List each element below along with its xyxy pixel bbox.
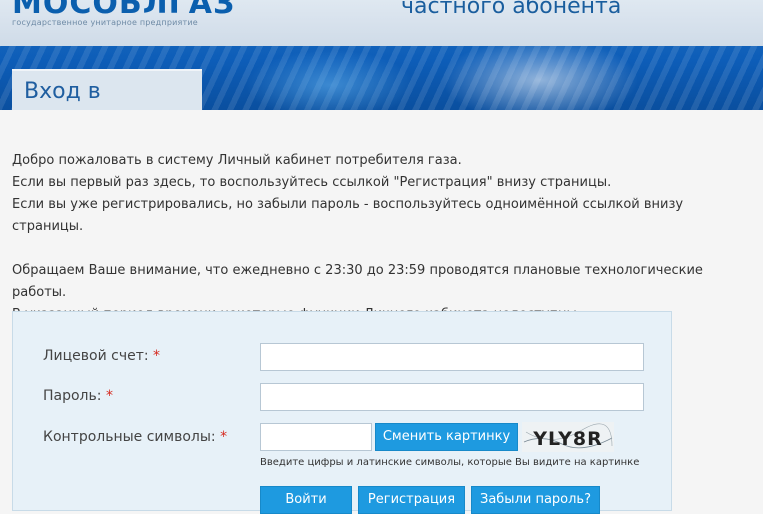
password-input[interactable] xyxy=(260,383,644,411)
account-label: Лицевой счет: * xyxy=(43,348,160,364)
tab-login: Вход в систему xyxy=(12,69,202,110)
logo-subtitle: государственное унитарное предприятие xyxy=(12,18,198,27)
register-button[interactable]: Регистрация xyxy=(358,486,465,514)
captcha-svg: YLY8R xyxy=(523,423,613,450)
header-top-bar: МОСОБЛГАЗ государственное унитарное пред… xyxy=(0,0,763,46)
change-image-button[interactable]: Сменить картинку xyxy=(375,423,518,451)
captcha-label: Контрольные символы: * xyxy=(43,429,227,445)
intro-gap xyxy=(12,238,757,260)
intro-text: Добро пожаловать в систему Личный кабине… xyxy=(12,150,757,326)
tab-login-label: Вход в систему xyxy=(24,79,118,110)
captcha-image: YLY8R xyxy=(522,422,614,452)
login-form: Лицевой счет: * Пароль: * Контрольные си… xyxy=(12,311,672,514)
account-label-text: Лицевой счет: xyxy=(43,348,149,364)
forgot-password-button[interactable]: Забыли пароль? xyxy=(471,486,600,514)
captcha-text: YLY8R xyxy=(532,428,603,450)
intro-line-3: Если вы уже регистрировались, но забыли … xyxy=(12,197,684,234)
captcha-label-text: Контрольные символы: xyxy=(43,429,216,445)
captcha-required-mark: * xyxy=(220,429,228,445)
captcha-hint: Введите цифры и латинские символы, котор… xyxy=(260,457,640,468)
password-required-mark: * xyxy=(105,388,113,404)
account-required-mark: * xyxy=(153,348,161,364)
captcha-input[interactable] xyxy=(260,423,372,451)
notice-line-1: Обращаем Ваше внимание, что ежедневно с … xyxy=(12,263,703,300)
site-title: частного абонента xyxy=(401,0,622,19)
intro-line-2: Если вы первый раз здесь, то воспользуйт… xyxy=(12,175,612,190)
login-button[interactable]: Войти xyxy=(260,486,352,514)
password-label: Пароль: * xyxy=(43,388,113,404)
intro-line-1: Добро пожаловать в систему Личный кабине… xyxy=(12,153,462,168)
account-input[interactable] xyxy=(260,343,644,371)
password-label-text: Пароль: xyxy=(43,388,102,404)
site-header: МОСОБЛГАЗ государственное унитарное пред… xyxy=(0,0,763,110)
